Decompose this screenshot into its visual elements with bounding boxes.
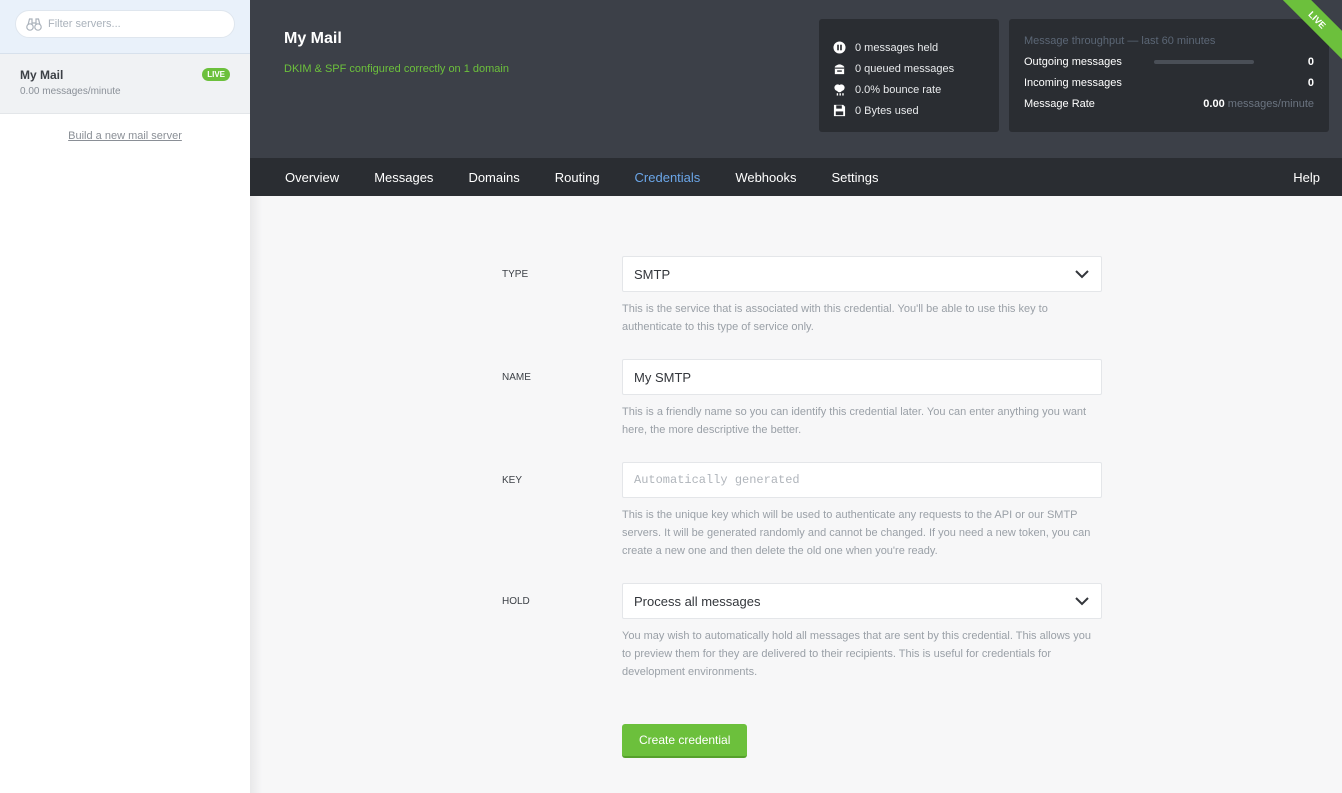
tab-messages[interactable]: Messages <box>374 170 433 185</box>
outgoing-value: 0 <box>1307 55 1314 68</box>
stat-bounce-text: 0.0% bounce rate <box>855 83 942 96</box>
key-label: KEY <box>502 475 523 486</box>
sidebar-search-area <box>0 0 250 54</box>
inbox-icon <box>834 64 845 75</box>
tab-webhooks[interactable]: Webhooks <box>735 170 796 185</box>
server-nav: Overview Messages Domains Routing Creden… <box>250 158 1342 196</box>
incoming-value: 0 <box>1307 76 1314 89</box>
stats-box: 0 messages held 0 queued messages 0.0% b… <box>819 19 999 132</box>
server-name: My Mail <box>20 68 64 82</box>
key-help: This is the unique key which will be use… <box>622 509 1091 557</box>
stat-storage-text: 0 Bytes used <box>855 104 919 117</box>
key-field: KEY This is the unique key which will be… <box>502 462 1102 560</box>
rate-value: 0.00 <box>1203 97 1225 110</box>
live-badge: LIVE <box>202 68 230 81</box>
binoculars-icon <box>26 18 42 31</box>
type-select-value: SMTP <box>634 266 671 282</box>
stat-storage: 0 Bytes used <box>833 100 985 121</box>
stat-held: 0 messages held <box>833 37 985 58</box>
rate-value-wrap: 0.00 messages/minute <box>1203 98 1314 110</box>
key-input-wrap <box>622 462 1102 498</box>
type-field: TYPE SMTP This is the service that is as… <box>502 256 1102 336</box>
tab-credentials[interactable]: Credentials <box>635 170 701 185</box>
sidebar: My Mail 0.00 messages/minute LIVE Build … <box>0 0 250 793</box>
name-input[interactable] <box>634 369 1090 385</box>
disk-icon <box>833 104 846 117</box>
server-item[interactable]: My Mail 0.00 messages/minute LIVE <box>0 54 250 114</box>
hold-help: You may wish to automatically hold all m… <box>622 630 1091 678</box>
hold-label: HOLD <box>502 596 530 607</box>
key-input[interactable] <box>634 473 1090 487</box>
type-label: TYPE <box>502 269 529 280</box>
server-rate: 0.00 messages/minute <box>20 86 121 97</box>
tab-domains[interactable]: Domains <box>468 170 519 185</box>
sidebar-shadow <box>250 196 262 793</box>
rate-unit: messages/minute <box>1227 97 1314 110</box>
hold-select-value: Process all messages <box>634 593 761 609</box>
type-select[interactable]: SMTP <box>622 256 1102 292</box>
incoming-row: Incoming messages 0 <box>1024 72 1314 93</box>
tab-routing[interactable]: Routing <box>555 170 600 185</box>
create-credential-button[interactable]: Create credential <box>622 724 748 758</box>
outgoing-row: Outgoing messages 0 <box>1024 51 1314 72</box>
rate-label: Message Rate <box>1024 97 1095 110</box>
throughput-title: Message throughput — last 60 minutes <box>1024 35 1216 47</box>
name-field: NAME This is a friendly name so you can … <box>502 359 1102 439</box>
type-help: This is the service that is associated w… <box>622 303 1048 333</box>
name-input-wrap <box>622 359 1102 395</box>
outgoing-bar <box>1154 59 1254 64</box>
throughput-box: Message throughput — last 60 minutes Out… <box>1009 19 1329 132</box>
chevron-down-icon <box>1075 270 1089 279</box>
build-new-server-link[interactable]: Build a new mail server <box>0 130 250 142</box>
server-header: My Mail DKIM & SPF configured correctly … <box>250 0 1342 158</box>
stat-bounce: 0.0% bounce rate <box>833 79 985 100</box>
help-link[interactable]: Help <box>1293 170 1320 185</box>
credential-form: TYPE SMTP This is the service that is as… <box>502 256 1102 758</box>
outgoing-label: Outgoing messages <box>1024 55 1122 68</box>
filter-servers-input[interactable] <box>48 18 218 30</box>
rate-row: Message Rate 0.00 messages/minute <box>1024 93 1314 114</box>
stat-held-text: 0 messages held <box>855 41 939 54</box>
hold-select[interactable]: Process all messages <box>622 583 1102 619</box>
filter-servers-box[interactable] <box>15 10 235 38</box>
name-help: This is a friendly name so you can ident… <box>622 406 1087 436</box>
pause-icon <box>833 41 846 54</box>
incoming-label: Incoming messages <box>1024 76 1122 89</box>
dns-status: DKIM & SPF configured correctly on 1 dom… <box>284 63 509 75</box>
chevron-down-icon <box>1075 597 1089 606</box>
stat-queued-text: 0 queued messages <box>855 62 955 75</box>
name-label: NAME <box>502 372 531 383</box>
tab-settings[interactable]: Settings <box>832 170 879 185</box>
tab-overview[interactable]: Overview <box>285 170 339 185</box>
stat-queued: 0 queued messages <box>833 58 985 79</box>
server-title: My Mail <box>284 30 342 47</box>
bounce-icon <box>834 84 845 96</box>
hold-field: HOLD Process all messages You may wish t… <box>502 583 1102 681</box>
